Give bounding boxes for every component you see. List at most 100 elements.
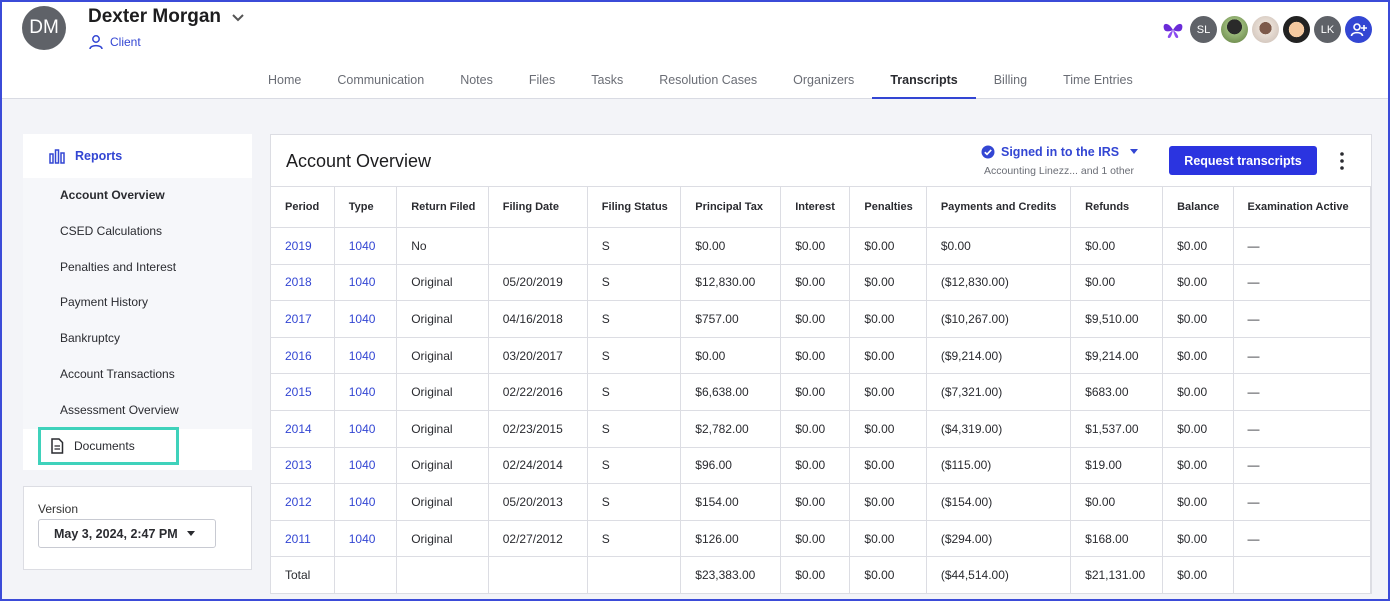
tab-transcripts[interactable]: Transcripts [872, 62, 977, 99]
cell-type[interactable]: 1040 [333, 373, 398, 411]
request-transcripts-button[interactable]: Request transcripts [1169, 146, 1317, 175]
cell-type[interactable]: 1040 [333, 409, 398, 448]
column-header-filing-date: Filing Date [487, 186, 588, 228]
table-header-row: Period Type Return Filed Filing Date Filing … [271, 186, 1371, 228]
cell-balance: $0.00 [1162, 263, 1234, 302]
client-tabs: Home Communication Notes Files Tasks Res… [250, 62, 1151, 99]
total-return-filed [396, 556, 489, 593]
check-circle-icon [981, 145, 995, 159]
cell-type[interactable]: 1040 [333, 483, 398, 521]
tab-tasks[interactable]: Tasks [573, 62, 641, 99]
cell-type[interactable]: 1040 [333, 227, 398, 265]
avatar-sl[interactable]: SL [1190, 16, 1217, 43]
cell-balance: $0.00 [1162, 336, 1234, 375]
column-header-return-filed: Return Filed [396, 186, 489, 228]
cell-period[interactable]: 2019 [271, 227, 335, 265]
tab-billing[interactable]: Billing [976, 62, 1045, 99]
cell-return-filed: Original [396, 263, 489, 302]
cell-period[interactable]: 2012 [271, 483, 335, 521]
avatar[interactable] [1252, 16, 1279, 43]
table-row: 2014 1040 Original 02/23/2015 S $2,782.00 $0.0… [271, 409, 1371, 448]
cell-balance: $0.00 [1162, 409, 1234, 448]
tab-communication[interactable]: Communication [319, 62, 442, 99]
cell-type[interactable]: 1040 [333, 263, 398, 302]
tab-time-entries[interactable]: Time Entries [1045, 62, 1151, 99]
tab-organizers[interactable]: Organizers [775, 62, 872, 99]
cell-principal-tax: $2,782.00 [680, 409, 782, 448]
reports-sidebar: Reports Account Overview CSED Calculatio… [23, 134, 252, 470]
cell-interest: $0.00 [780, 409, 851, 448]
chevron-down-icon[interactable] [230, 9, 246, 25]
sidebar-header-reports[interactable]: Reports [23, 134, 252, 178]
column-header-refunds: Refunds [1070, 186, 1164, 228]
cell-filing-date: 05/20/2019 [487, 263, 588, 302]
cell-payments-and-credits: ($115.00) [925, 446, 1072, 485]
sidebar-item-payment-history[interactable]: Payment History [23, 285, 252, 321]
table-row: 2015 1040 Original 02/22/2016 S $6,638.00 $0.0… [271, 373, 1371, 411]
table-row: 2018 1040 Original 05/20/2019 S $12,830.00 $0.… [271, 263, 1371, 302]
cell-filing-date: 05/20/2013 [487, 483, 588, 521]
version-label: Version [38, 502, 79, 516]
avatar[interactable] [1221, 16, 1248, 43]
cell-period[interactable]: 2017 [271, 300, 335, 338]
cell-interest: $0.00 [780, 483, 851, 521]
cell-type[interactable]: 1040 [333, 519, 398, 558]
client-avatar[interactable]: DM [22, 6, 66, 50]
cell-period[interactable]: 2011 [271, 519, 335, 558]
cell-balance: $0.00 [1162, 373, 1234, 411]
irs-status-label: Signed in to the IRS [1001, 145, 1120, 159]
sidebar-item-penalties-and-interest[interactable]: Penalties and Interest [23, 250, 252, 286]
sidebar-item-bankruptcy[interactable]: Bankruptcy [23, 321, 252, 357]
cell-payments-and-credits: ($7,321.00) [925, 373, 1072, 411]
version-select[interactable]: May 3, 2024, 2:47 PM [38, 519, 216, 548]
cell-refunds: $9,214.00 [1070, 336, 1164, 375]
sidebar-item-account-transactions[interactable]: Account Transactions [23, 357, 252, 393]
client-header: DM Dexter Morgan Client SL LK Home Commu… [0, 0, 1390, 99]
team-avatars: SL LK [1160, 16, 1372, 43]
cell-return-filed: Original [396, 373, 489, 411]
cell-examination-active: — [1232, 483, 1371, 521]
cell-penalties: $0.00 [849, 336, 927, 375]
cell-principal-tax: $154.00 [680, 483, 782, 521]
cell-period[interactable]: 2013 [271, 446, 335, 485]
avatar[interactable] [1283, 16, 1310, 43]
table-row: 2019 1040 No S $0.00 $0.00 $0.00 $0.00 $0.00 $0.0… [271, 227, 1371, 265]
total-refunds: $21,131.00 [1070, 556, 1164, 593]
total-principal-tax: $23,383.00 [680, 556, 782, 593]
tab-notes[interactable]: Notes [442, 62, 511, 99]
cell-period[interactable]: 2018 [271, 263, 335, 302]
irs-status[interactable]: Signed in to the IRS Accounting Linezz..… [981, 145, 1139, 177]
cell-refunds: $683.00 [1070, 373, 1164, 411]
table-row: 2013 1040 Original 02/24/2014 S $96.00 $0.00 $0… [271, 446, 1371, 485]
cell-payments-and-credits: ($10,267.00) [925, 300, 1072, 338]
tab-resolution-cases[interactable]: Resolution Cases [641, 62, 775, 99]
cell-period[interactable]: 2016 [271, 336, 335, 375]
total-payments-and-credits: ($44,514.00) [925, 556, 1072, 593]
add-user-button[interactable] [1345, 16, 1372, 43]
version-panel: Version May 3, 2024, 2:47 PM [23, 486, 252, 570]
tab-home[interactable]: Home [250, 62, 319, 99]
sidebar-item-documents[interactable]: Documents [38, 427, 179, 465]
sidebar-item-csed-calculations[interactable]: CSED Calculations [23, 214, 252, 250]
sidebar-item-assessment-overview[interactable]: Assessment Overview [23, 393, 252, 429]
cell-interest: $0.00 [780, 519, 851, 558]
irs-account-text: Accounting Linezz... and 1 other [984, 165, 1135, 177]
cell-principal-tax: $6,638.00 [680, 373, 782, 411]
cell-type[interactable]: 1040 [333, 300, 398, 338]
cell-type[interactable]: 1040 [333, 446, 398, 485]
cell-filing-status: S [586, 409, 682, 448]
cell-refunds: $0.00 [1070, 263, 1164, 302]
person-icon [89, 35, 103, 50]
cell-type[interactable]: 1040 [333, 336, 398, 375]
client-name: Dexter Morgan [88, 6, 222, 27]
cell-period[interactable]: 2014 [271, 409, 335, 448]
sidebar-item-account-overview[interactable]: Account Overview [23, 178, 252, 214]
cell-examination-active: — [1232, 409, 1371, 448]
total-filing-status [586, 556, 682, 593]
tab-files[interactable]: Files [511, 62, 573, 99]
more-options-icon[interactable] [1335, 149, 1349, 173]
cell-penalties: $0.00 [849, 519, 927, 558]
avatar-lk[interactable]: LK [1314, 16, 1341, 43]
cell-return-filed: Original [396, 409, 489, 448]
cell-period[interactable]: 2015 [271, 373, 335, 411]
